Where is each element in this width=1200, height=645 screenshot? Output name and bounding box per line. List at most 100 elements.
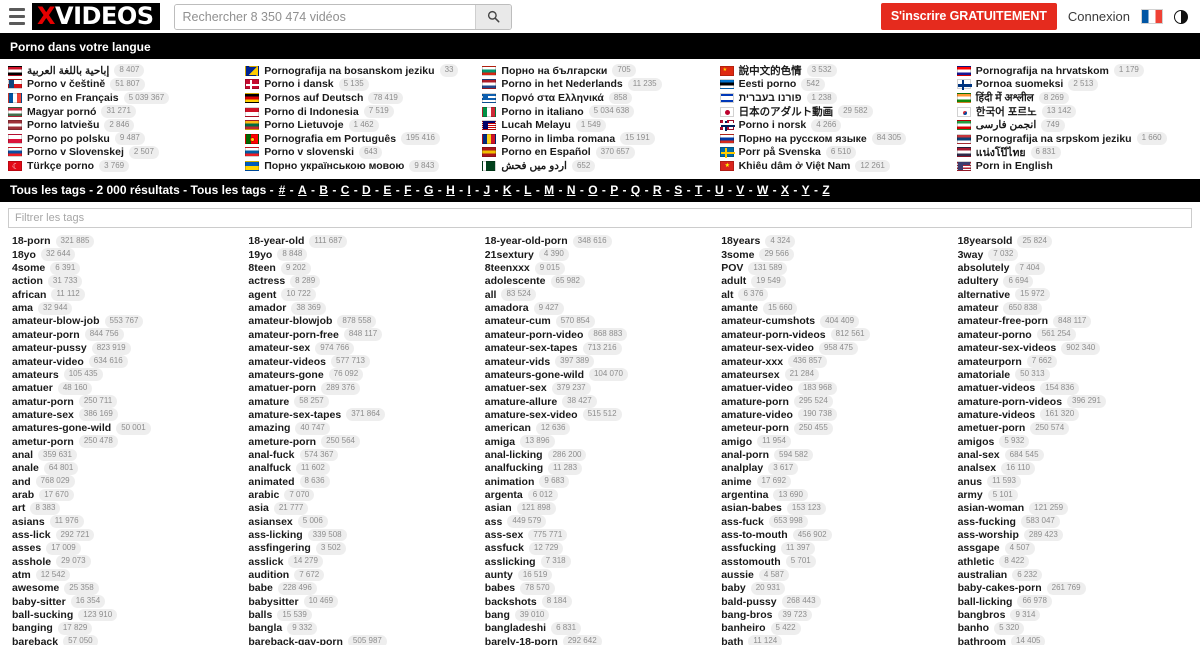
tag-item[interactable]: balls 15 539 [248,608,484,622]
tag-item[interactable]: adolescente 65 982 [485,275,721,288]
tag-item[interactable]: amigos 5 932 [958,435,1194,448]
tag-item[interactable]: ass-fucking 583 047 [958,515,1194,529]
tag-item[interactable]: amature-video 190 738 [721,408,957,422]
tag-item[interactable]: assgape 4 507 [958,541,1194,555]
language-item[interactable]: Порно українською мовою 9 843 [245,159,482,173]
tag-item[interactable]: amateur-blowjob 878 558 [248,315,484,328]
alphabet-link-hash[interactable]: # [279,183,286,197]
tag-item[interactable]: athletic 8 422 [958,555,1194,569]
tag-item[interactable]: ametuer-porn 250 574 [958,421,1194,435]
language-item[interactable]: ★ 說中文的色情 3 532 [719,64,957,78]
tag-item[interactable]: amatuer-porn 289 376 [248,381,484,395]
tag-item[interactable]: bangladeshi 6 831 [485,621,721,635]
tag-item[interactable]: 19yo 8 848 [248,248,484,262]
language-item[interactable]: انجمن فارسی 749 [956,118,1194,132]
alphabet-link-o[interactable]: O [588,183,597,197]
tag-item[interactable]: ameture-porn 250 564 [248,435,484,448]
language-item[interactable]: Pornografia em Português 195 416 [245,132,482,146]
tag-item[interactable]: and 768 029 [12,475,248,488]
tag-item[interactable]: all 83 524 [485,288,721,302]
contrast-toggle-icon[interactable] [1174,9,1188,24]
language-item[interactable]: פורנו בעברית 1 238 [719,91,957,105]
tag-item[interactable]: absolutely 7 404 [958,261,1194,275]
alphabet-link-w[interactable]: W [757,183,768,197]
tag-item[interactable]: adult 19 549 [721,275,957,288]
language-item[interactable]: اردو میں فحش 652 [482,159,719,173]
tag-item[interactable]: 18yo 32 644 [12,248,248,262]
tag-item[interactable]: anale 64 801 [12,461,248,475]
language-item[interactable]: हिंदी में अश्लील 8 269 [956,91,1194,105]
alphabet-link-n[interactable]: N [567,183,576,197]
tag-item[interactable]: amatuer-video 183 968 [721,381,957,395]
tag-item[interactable]: bathroom 14 405 [958,635,1194,645]
tag-item[interactable]: analsex 16 110 [958,461,1194,475]
tag-item[interactable]: anal-licking 286 200 [485,448,721,462]
tag-item[interactable]: alternative 15 972 [958,288,1194,302]
tag-item[interactable]: animation 9 683 [485,475,721,488]
tag-item[interactable]: asshole 29 073 [12,555,248,569]
tag-item[interactable]: asian-woman 121 259 [958,501,1194,515]
tag-item[interactable]: amature-allure 38 427 [485,395,721,408]
language-item[interactable]: Lucah Melayu 1 549 [482,118,719,132]
tag-item[interactable]: anime 17 692 [721,475,957,488]
tag-item[interactable]: bang-bros 39 723 [721,608,957,622]
tag-item[interactable]: amador 38 369 [248,301,484,315]
tag-item[interactable]: assfingering 3 502 [248,541,484,555]
language-item[interactable]: Porno po polsku 9 487 [8,132,245,146]
tag-item[interactable]: amatuer 48 160 [12,381,248,395]
tag-item[interactable]: 8teen 9 202 [248,261,484,275]
tag-item[interactable]: ass-fuck 653 998 [721,515,957,529]
tag-item[interactable]: anal 359 631 [12,448,248,462]
tag-item[interactable]: 4some 6 391 [12,261,248,275]
tag-item[interactable]: american 12 636 [485,421,721,435]
tag-item[interactable]: bangla 9 332 [248,621,484,635]
language-item[interactable]: Porno en Français 5 039 367 [8,91,245,105]
tag-item[interactable]: anal-sex 684 545 [958,448,1194,462]
alphabet-link-z[interactable]: Z [822,183,829,197]
tag-item[interactable]: baby-sitter 16 354 [12,595,248,609]
tag-item[interactable]: awesome 25 358 [12,581,248,595]
tag-item[interactable]: asses 17 009 [12,541,248,555]
tag-item[interactable]: analfuck 11 602 [248,461,484,475]
tag-item[interactable]: ametur-porn 250 478 [12,435,248,448]
tag-item[interactable]: ball-licking 66 978 [958,595,1194,609]
tag-item[interactable]: anal-fuck 574 367 [248,448,484,462]
flag-france-icon[interactable] [1141,9,1163,24]
language-item[interactable]: Porno v češtině 51 807 [8,78,245,92]
tag-item[interactable]: argentina 13 690 [721,488,957,502]
alphabet-link-f[interactable]: F [404,183,411,197]
language-item[interactable]: ★ Khiêu dâm ở Việt Nam 12 261 [719,159,957,173]
tag-item[interactable]: 3way 7 032 [958,248,1194,262]
tag-item[interactable]: amateur-porn-video 868 883 [485,328,721,342]
tag-item[interactable]: amateur-cum 570 854 [485,315,721,328]
language-item[interactable]: Porno di Indonesia 7 519 [245,105,482,119]
tag-item[interactable]: amateursex 21 284 [721,368,957,382]
tag-item[interactable]: asiansex 5 006 [248,515,484,529]
tag-item[interactable]: amateur 650 838 [958,301,1194,315]
language-item[interactable]: 한국어 포르노 13 142 [956,105,1194,119]
alphabet-link-j[interactable]: J [483,183,490,197]
language-item[interactable]: แน่งโป๊ไทย 6 831 [956,145,1194,160]
tag-item[interactable]: amigo 11 954 [721,435,957,448]
tag-item[interactable]: amatoriale 50 313 [958,368,1194,382]
alphabet-link-q[interactable]: Q [631,183,640,197]
signup-button[interactable]: S'inscrire GRATUITEMENT [880,3,1057,30]
tag-item[interactable]: babysitter 10 469 [248,595,484,609]
language-item[interactable]: Порно на русском языке 84 305 [719,132,957,146]
tag-item[interactable]: amature-sex-tapes 371 864 [248,408,484,422]
tag-item[interactable]: animated 8 636 [248,475,484,488]
language-item[interactable]: Porn in English [956,159,1194,173]
tag-item[interactable]: ass 449 579 [485,515,721,529]
tag-item[interactable]: amature-sex 386 169 [12,408,248,422]
alphabet-link-y[interactable]: Y [802,183,810,197]
language-item[interactable]: Magyar pornó 31 271 [8,105,245,119]
language-item[interactable]: Porr på Svenska 6 510 [719,145,957,160]
tag-item[interactable]: ama 32 944 [12,301,248,315]
tag-item[interactable]: amateur-sex-video 958 475 [721,341,957,355]
tag-item[interactable]: assfuck 12 729 [485,541,721,555]
tag-item[interactable]: amazing 40 747 [248,421,484,435]
tag-item[interactable]: 18-year-old 111 687 [248,235,484,248]
alphabet-link-t[interactable]: T [695,183,702,197]
tag-filter-input[interactable] [8,207,1192,228]
tag-item[interactable]: ass-to-mouth 456 902 [721,528,957,542]
